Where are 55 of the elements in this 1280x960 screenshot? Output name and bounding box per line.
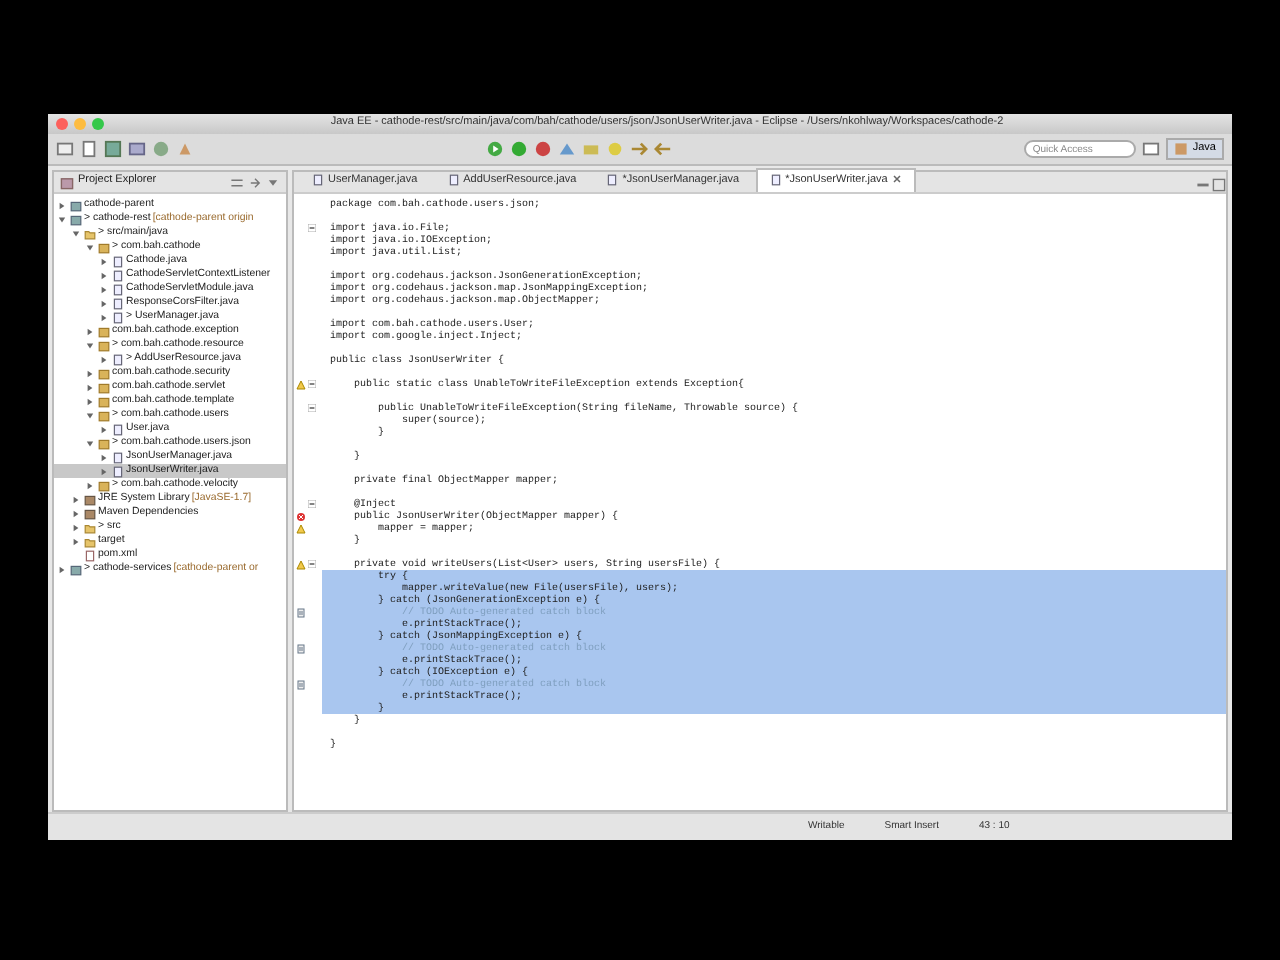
twisty-icon[interactable]	[100, 425, 108, 433]
fold-icon[interactable]	[308, 404, 316, 412]
maximize-icon[interactable]	[1212, 178, 1226, 192]
twisty-icon[interactable]	[86, 243, 94, 251]
close-button[interactable]	[56, 118, 68, 130]
collapse-all-icon[interactable]	[230, 175, 244, 189]
twisty-icon[interactable]	[100, 257, 108, 265]
java-file-icon	[606, 174, 619, 187]
twisty-icon[interactable]	[58, 565, 66, 573]
window-icon[interactable]	[56, 140, 74, 158]
twisty-icon[interactable]	[86, 369, 94, 377]
fold-icon[interactable]	[308, 224, 316, 232]
package-icon	[98, 437, 110, 449]
java-file-icon	[769, 174, 782, 187]
fold-icon[interactable]	[308, 560, 316, 568]
explorer-icon	[60, 175, 74, 189]
twisty-icon[interactable]	[86, 411, 94, 419]
project-icon	[70, 563, 82, 575]
fold-icon[interactable]	[308, 380, 316, 388]
twisty-icon[interactable]	[100, 271, 108, 279]
java-file-icon	[447, 174, 460, 187]
twisty-icon[interactable]	[86, 439, 94, 447]
twisty-icon[interactable]	[100, 299, 108, 307]
twisty-icon[interactable]	[100, 467, 108, 475]
twisty-icon[interactable]	[72, 229, 80, 237]
java-file-icon	[112, 423, 124, 435]
twisty-icon[interactable]	[100, 285, 108, 293]
package-icon	[98, 241, 110, 253]
twisty-icon[interactable]	[72, 509, 80, 517]
view-menu-icon[interactable]	[266, 175, 280, 189]
fold-icon[interactable]	[308, 500, 316, 508]
xml-file-icon	[84, 549, 96, 561]
minimize-icon[interactable]	[1196, 178, 1210, 192]
link-icon[interactable]	[248, 175, 262, 189]
twisty-icon[interactable]	[72, 523, 80, 531]
java-file-icon	[312, 174, 324, 187]
document-icon[interactable]	[80, 140, 98, 158]
package-icon	[98, 479, 110, 491]
twisty-icon[interactable]	[58, 215, 66, 223]
twisty-icon[interactable]	[86, 341, 94, 349]
java-file-icon	[112, 353, 124, 365]
twisty-icon[interactable]	[86, 327, 94, 335]
java-perspective-icon	[1174, 141, 1189, 156]
twisty-icon[interactable]	[86, 397, 94, 405]
twisty-icon[interactable]	[58, 201, 66, 209]
twisty-icon[interactable]	[100, 355, 108, 363]
twisty-icon[interactable]	[72, 537, 80, 545]
run-icon[interactable]	[486, 140, 504, 158]
twisty-icon[interactable]	[86, 383, 94, 391]
close-icon[interactable]	[891, 174, 902, 185]
open-perspective-icon[interactable]	[1142, 140, 1161, 158]
back-icon[interactable]	[654, 140, 672, 158]
twisty-icon[interactable]	[72, 495, 80, 503]
twisty-icon[interactable]	[100, 313, 108, 321]
arrow-icon[interactable]	[630, 140, 648, 158]
